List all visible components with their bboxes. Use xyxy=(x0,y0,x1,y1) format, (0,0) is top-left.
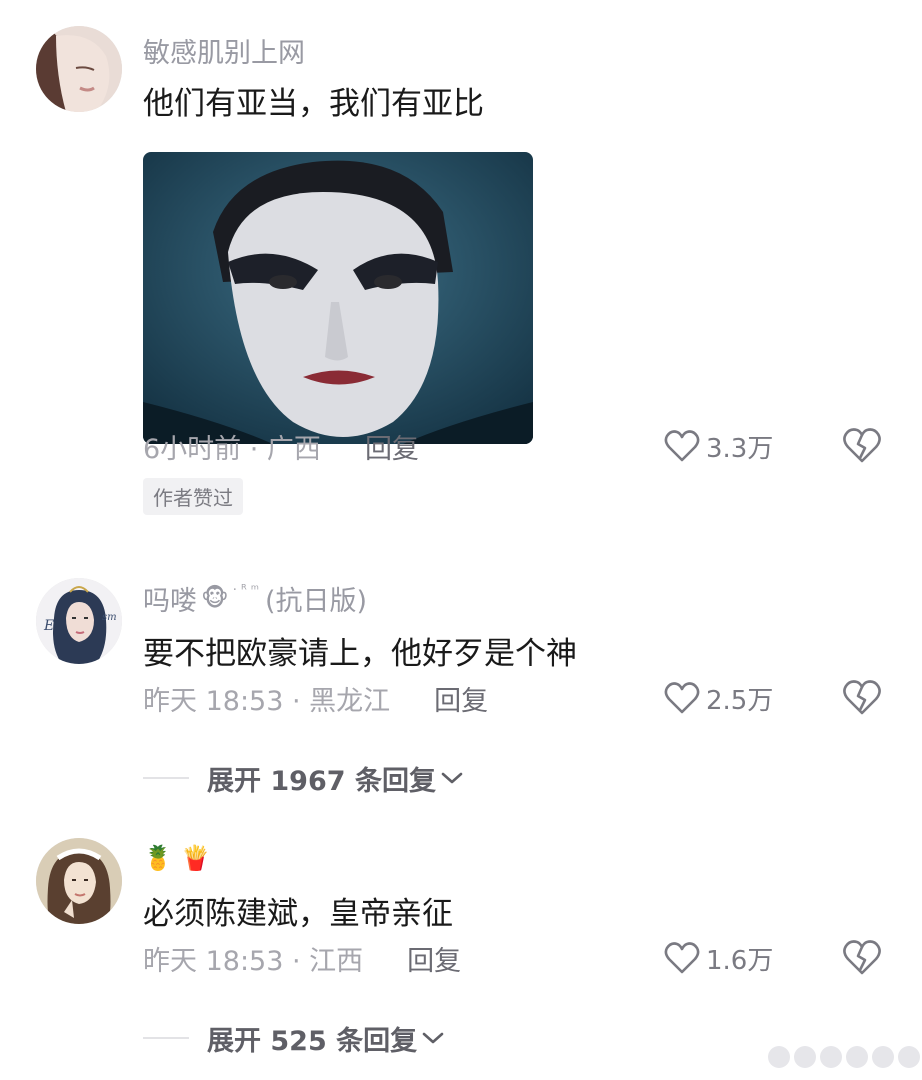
avatar[interactable] xyxy=(36,838,122,924)
reply-button[interactable]: 回复 xyxy=(407,939,461,978)
svg-text:E: E xyxy=(43,618,54,634)
dislike-button[interactable] xyxy=(842,938,882,978)
time-location: 昨天 18:53 · 黑龙江 xyxy=(143,685,391,717)
username[interactable]: 🍍 🍟 xyxy=(143,840,210,876)
chevron-down-icon xyxy=(441,772,463,784)
watermark xyxy=(768,1046,922,1068)
expand-replies-label: 展开 1967 条回复 xyxy=(207,765,436,797)
like-button[interactable]: 3.3万 xyxy=(664,426,773,466)
watermark-mark xyxy=(846,1046,868,1068)
like-count: 3.3万 xyxy=(706,433,774,464)
watermark-mark xyxy=(872,1046,894,1068)
like-count: 1.6万 xyxy=(706,945,774,976)
comment-text: 必须陈建斌，皇帝亲征 xyxy=(143,896,453,932)
broken-heart-icon xyxy=(843,428,881,463)
broken-heart-icon xyxy=(843,940,881,975)
comment-text: 他们有亚当，我们有亚比 xyxy=(143,86,484,122)
username[interactable]: 吗喽 🐵 · ᴿ ᵐ (抗日版) xyxy=(143,579,368,618)
username[interactable]: 敏感肌别上网 xyxy=(143,31,305,70)
comment-list: 敏感肌别上网 他们有亚当，我们有亚比 6小时前 · 广西 回复 3.3万 作者赞… xyxy=(0,0,922,1080)
heart-outline-icon xyxy=(664,682,700,714)
monkey-emoji-icon: 🐵 xyxy=(201,584,229,612)
heart-outline-icon xyxy=(664,942,700,974)
expand-replies-button[interactable]: 展开 1967 条回复 xyxy=(143,758,464,798)
broken-heart-icon xyxy=(843,680,881,715)
comment-text: 要不把欧豪请上，他好歹是个神 xyxy=(143,636,577,672)
comment-meta: 昨天 18:53 · 黑龙江 回复 xyxy=(143,678,488,718)
svg-text:sm: sm xyxy=(102,612,117,623)
pineapple-fries-emoji-icon: 🍍 🍟 xyxy=(143,844,211,872)
heart-outline-icon xyxy=(664,430,700,462)
expand-replies-button[interactable]: 展开 525 条回复 xyxy=(143,1018,445,1058)
chevron-down-icon xyxy=(422,1032,444,1044)
time-location: 6小时前 · 广西 xyxy=(143,433,321,465)
watermark-mark xyxy=(820,1046,842,1068)
like-button[interactable]: 1.6万 xyxy=(664,938,773,978)
reply-button[interactable]: 回复 xyxy=(365,427,419,466)
like-count: 2.5万 xyxy=(706,685,774,716)
reply-button[interactable]: 回复 xyxy=(434,679,488,718)
avatar[interactable]: E sm xyxy=(36,578,122,664)
divider xyxy=(143,1037,189,1039)
dislike-button[interactable] xyxy=(842,678,882,718)
comment-image[interactable] xyxy=(143,152,533,444)
comment-meta: 昨天 18:53 · 江西 回复 xyxy=(143,938,461,978)
comment-meta: 6小时前 · 广西 回复 xyxy=(143,426,419,466)
username-text[interactable]: 吗喽 xyxy=(143,579,197,618)
username-decoration: · ᴿ ᵐ xyxy=(232,582,259,598)
watermark-mark xyxy=(768,1046,790,1068)
watermark-mark xyxy=(898,1046,920,1068)
avatar[interactable] xyxy=(36,26,122,112)
time-location: 昨天 18:53 · 江西 xyxy=(143,945,364,977)
watermark-mark xyxy=(794,1046,816,1068)
author-liked-badge: 作者赞过 xyxy=(143,478,243,515)
divider xyxy=(143,777,189,779)
like-button[interactable]: 2.5万 xyxy=(664,678,773,718)
username-suffix: (抗日版) xyxy=(264,585,368,617)
dislike-button[interactable] xyxy=(842,426,882,466)
expand-replies-label: 展开 525 条回复 xyxy=(207,1025,418,1057)
username-text[interactable]: 敏感肌别上网 xyxy=(143,31,305,70)
